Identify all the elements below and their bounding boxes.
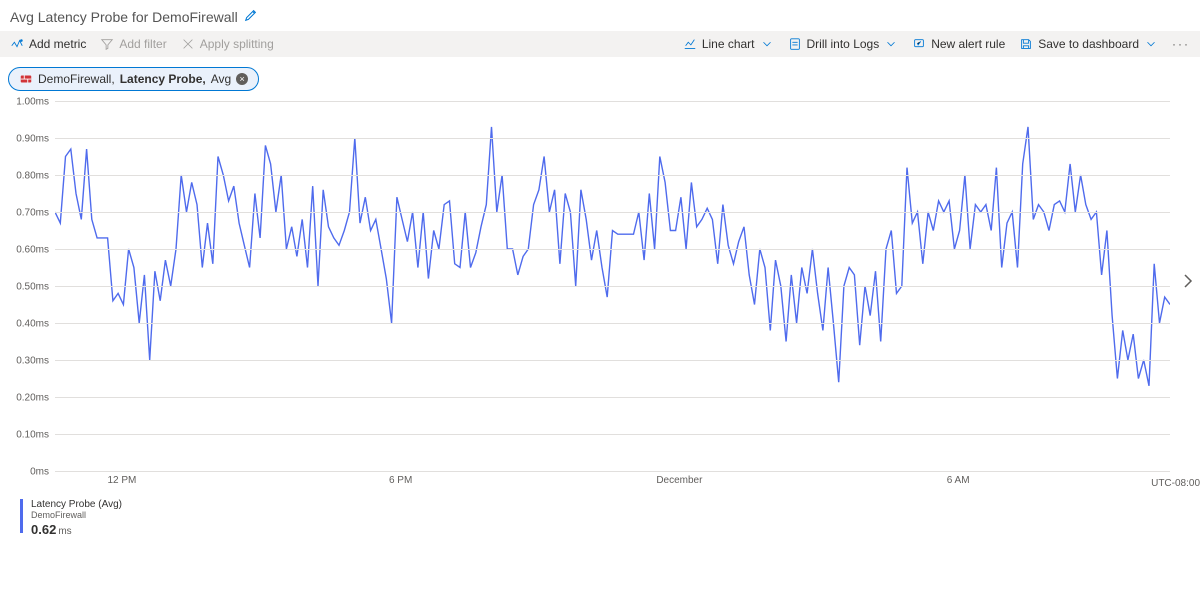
add-metric-label: Add metric [29, 37, 86, 51]
drill-logs-label: Drill into Logs [807, 37, 880, 51]
x-tick-label: December [656, 475, 702, 486]
x-axis: 12 PM 6 PM December 6 AM [55, 471, 1170, 487]
chip-resource: DemoFirewall, [38, 72, 115, 86]
gridline: 0.40ms [55, 323, 1170, 324]
x-tick-label: 12 PM [107, 475, 136, 486]
gridline: 0.70ms [55, 212, 1170, 213]
new-alert-label: New alert rule [931, 37, 1005, 51]
page-title: Avg Latency Probe for DemoFirewall [10, 9, 238, 25]
filter-icon [100, 37, 114, 51]
gridline: 0.90ms [55, 138, 1170, 139]
chip-agg: Avg [211, 72, 231, 86]
chart-type-button[interactable]: Line chart [683, 37, 774, 51]
gridline: 0.60ms [55, 249, 1170, 250]
y-tick-label: 0.80ms [16, 171, 49, 182]
apply-splitting-label: Apply splitting [200, 37, 274, 51]
legend-resource: DemoFirewall [31, 510, 122, 520]
y-tick-label: 0.50ms [16, 282, 49, 293]
legend-unit: ms [58, 526, 71, 537]
more-button[interactable]: ··· [1172, 37, 1190, 51]
legend-color-bar [20, 499, 23, 533]
gridline: 1.00ms [55, 101, 1170, 102]
y-tick-label: 0.10ms [16, 430, 49, 441]
y-tick-label: 0.70ms [16, 208, 49, 219]
add-metric-button[interactable]: Add metric [10, 37, 86, 51]
edit-icon[interactable] [244, 8, 258, 25]
save-dashboard-button[interactable]: Save to dashboard [1019, 37, 1158, 51]
y-tick-label: 1.00ms [16, 97, 49, 108]
gridline: 0.20ms [55, 397, 1170, 398]
apply-splitting-button: Apply splitting [181, 37, 274, 51]
split-icon [181, 37, 195, 51]
metric-chip[interactable]: DemoFirewall, Latency Probe, Avg × [8, 67, 259, 91]
close-icon[interactable]: × [236, 73, 248, 85]
legend-value: 0.62 [31, 522, 56, 537]
chip-metric: Latency Probe, [120, 72, 206, 86]
y-tick-label: 0.60ms [16, 245, 49, 256]
chevron-down-icon [760, 37, 774, 51]
alert-icon [912, 37, 926, 51]
chevron-down-icon [884, 37, 898, 51]
y-tick-label: 0.20ms [16, 393, 49, 404]
legend: Latency Probe (Avg) DemoFirewall 0.62ms [20, 499, 1200, 537]
gridline: 0.80ms [55, 175, 1170, 176]
add-filter-label: Add filter [119, 37, 166, 51]
timezone-label: UTC-08:00 [1151, 478, 1200, 489]
scroll-next-button[interactable] [1182, 271, 1194, 294]
add-filter-button: Add filter [100, 37, 166, 51]
gridline: 0.10ms [55, 434, 1170, 435]
add-metric-icon [10, 37, 24, 51]
legend-series-name: Latency Probe (Avg) [31, 499, 122, 510]
chart-plot-area: 0ms0.10ms0.20ms0.30ms0.40ms0.50ms0.60ms0… [55, 101, 1170, 471]
y-tick-label: 0.90ms [16, 134, 49, 145]
firewall-icon [19, 72, 33, 86]
x-tick-label: 6 AM [947, 475, 970, 486]
chevron-down-icon [1144, 37, 1158, 51]
y-tick-label: 0.30ms [16, 356, 49, 367]
gridline: 0.30ms [55, 360, 1170, 361]
logs-icon [788, 37, 802, 51]
drill-logs-button[interactable]: Drill into Logs [788, 37, 899, 51]
line-chart-icon [683, 37, 697, 51]
save-icon [1019, 37, 1033, 51]
chart-type-label: Line chart [702, 37, 755, 51]
toolbar: Add metric Add filter Apply splitting Li… [0, 31, 1200, 57]
y-tick-label: 0ms [30, 467, 49, 478]
y-tick-label: 0.40ms [16, 319, 49, 330]
new-alert-button[interactable]: New alert rule [912, 37, 1005, 51]
gridline: 0.50ms [55, 286, 1170, 287]
save-dashboard-label: Save to dashboard [1038, 37, 1139, 51]
x-tick-label: 6 PM [389, 475, 412, 486]
